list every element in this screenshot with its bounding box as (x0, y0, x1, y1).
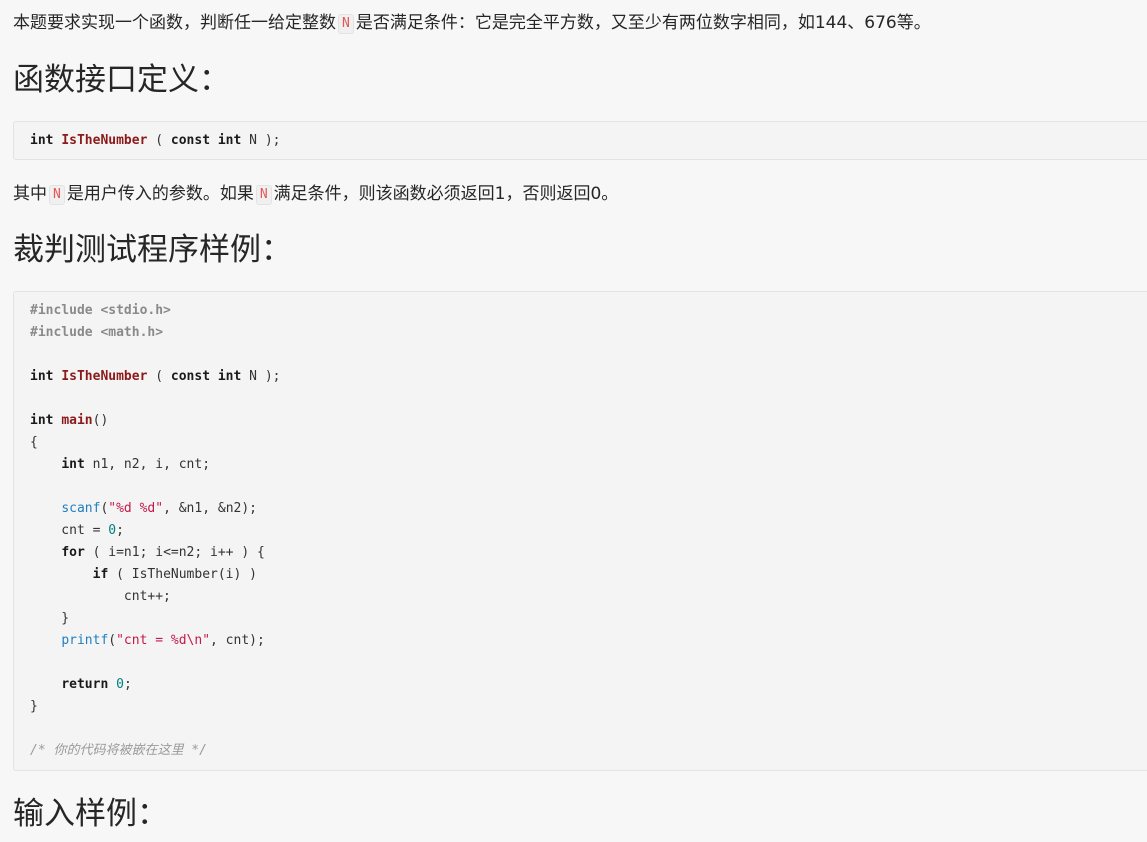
statement-text: 是否满足条件：它是完全平方数，又至少有两位数字相同，如144、676等。 (355, 13, 931, 33)
problem-statement: 本题要求实现一个函数，判断任一给定整数 N 是否满足条件：它是完全平方数，又至少有两… (13, 11, 931, 35)
section-heading-input-sample: 输入样例： (13, 796, 168, 832)
inline-variable-n: N (49, 185, 65, 205)
parameter-description: 其中 N 是用户传入的参数。如果 N 满足条件，则该函数必须返回1，否则返回0。 (13, 184, 619, 205)
sample-program-code-block: #include <stdio.h> #include <math.h> int… (13, 291, 1147, 771)
code-content: #include <stdio.h> #include <math.h> int… (30, 303, 281, 758)
function-prototype-code-block: int IsTheNumber ( const int N ); (13, 121, 1147, 160)
section-heading-interface: 函数接口定义： (13, 62, 230, 98)
section-heading-sample-program: 裁判测试程序样例： (13, 232, 292, 268)
inline-variable-n: N (255, 185, 272, 205)
inline-variable-n: N (338, 14, 354, 34)
statement-text: 本题要求实现一个函数，判断任一给定整数 (13, 13, 336, 33)
code-content: int IsTheNumber ( const int N ); (30, 133, 281, 148)
